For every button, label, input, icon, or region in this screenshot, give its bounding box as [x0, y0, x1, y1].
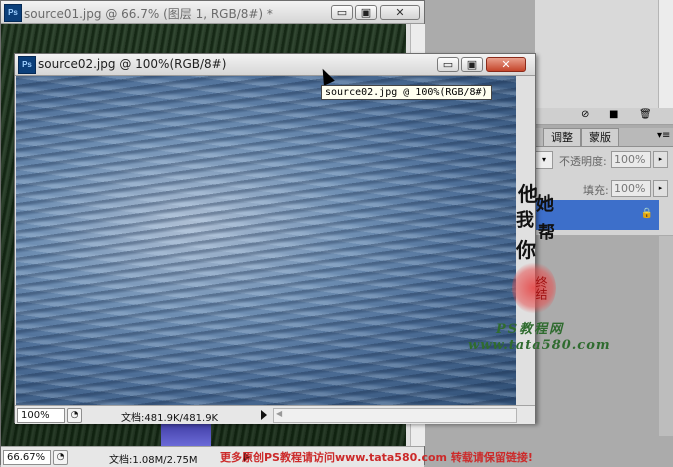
document-window-source02[interactable]: Ps source02.jpg @ 100%(RGB/8#) ▭ ▣ ✕ 100… — [14, 53, 536, 424]
site-name: PS教程网 — [496, 322, 565, 337]
footer-promo-text: 更多原创PS教程请访问www.tata580.com 转载请保留链接! — [220, 451, 533, 464]
status-menu-arrow[interactable] — [261, 410, 267, 420]
brush-char: 他 — [518, 182, 538, 206]
trash-icon[interactable]: 🗑 — [639, 109, 652, 120]
scroll-left-icon[interactable]: ◀ — [276, 409, 282, 418]
brush-char: 帮 — [538, 223, 555, 243]
right-scrollbar[interactable] — [659, 236, 673, 436]
tab-masks[interactable]: 蒙版 — [581, 128, 619, 147]
status-options-icon[interactable]: ◔ — [53, 450, 68, 465]
lock-icon: 🔒 — [640, 208, 653, 219]
no-icon[interactable]: ⊘ — [581, 109, 589, 120]
title-bar[interactable]: Ps source01.jpg @ 66.7% (图层 1, RGB/8#) *… — [1, 1, 424, 24]
opacity-input[interactable]: 100% — [611, 151, 651, 168]
brush-char: 我 — [516, 210, 534, 231]
document-info: 文档:481.9K/481.9K — [121, 413, 219, 424]
site-url: www.tata580.com — [468, 338, 611, 353]
person-figure — [161, 421, 211, 446]
watermark: 他 她 我 帮 你 终结 PS教程网 www.tata580.com — [468, 170, 640, 360]
status-options-icon[interactable]: ◔ — [67, 408, 82, 423]
restore-button[interactable]: ▣ — [461, 57, 483, 72]
title-bar[interactable]: Ps source02.jpg @ 100%(RGB/8#) ▭ ▣ ✕ — [15, 54, 535, 76]
horizontal-scrollbar[interactable]: ◀ — [273, 408, 517, 423]
status-bar: 100% ◔ 文档:481.9K/481.9K ◀ — [15, 405, 535, 424]
panel-scrollbar[interactable] — [658, 0, 673, 108]
brush-char: 你 — [516, 238, 536, 262]
opacity-label: 不透明度: — [559, 155, 607, 168]
stop-icon[interactable]: ■ — [609, 109, 618, 120]
top-panel — [535, 0, 673, 108]
photoshop-icon: Ps — [4, 4, 22, 22]
panel-menu-icon[interactable]: ▾≡ — [657, 130, 670, 141]
minimize-button[interactable]: ▭ — [437, 57, 459, 72]
seal-text: 终结 — [534, 276, 548, 300]
photoshop-icon: Ps — [18, 56, 36, 74]
close-button[interactable]: ✕ — [380, 5, 420, 20]
opacity-dropdown[interactable]: ▸ — [653, 151, 668, 168]
restore-button[interactable]: ▣ — [355, 5, 377, 20]
minimize-button[interactable]: ▭ — [331, 5, 353, 20]
panel-toolbar: ⊘ ■ 🗑 — [535, 108, 673, 125]
close-button[interactable]: ✕ — [486, 57, 526, 72]
zoom-input[interactable]: 100% — [17, 408, 65, 423]
document-info: 文档:1.08M/2.75M — [109, 455, 198, 466]
tab-adjustments[interactable]: 调整 — [543, 128, 581, 147]
tooltip: source02.jpg @ 100%(RGB/8#) — [321, 85, 492, 100]
window-title: source02.jpg @ 100%(RGB/8#) — [38, 57, 227, 71]
brush-char: 她 — [536, 194, 554, 215]
blend-mode-dropdown[interactable]: ▾ — [535, 151, 553, 169]
window-title: source01.jpg @ 66.7% (图层 1, RGB/8#) * — [24, 7, 273, 21]
canvas-image-water[interactable] — [16, 76, 516, 406]
zoom-input[interactable]: 66.67% — [3, 450, 51, 465]
fill-dropdown[interactable]: ▸ — [653, 180, 668, 197]
